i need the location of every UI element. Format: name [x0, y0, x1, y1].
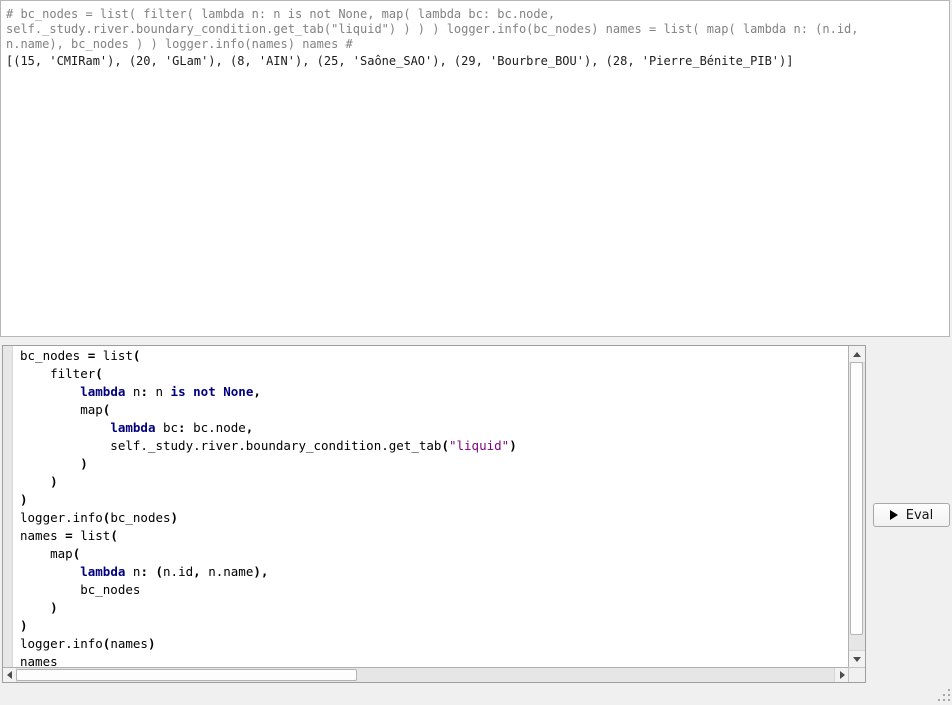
- history-pane[interactable]: # bc_nodes = list( filter( lambda n: n i…: [0, 0, 950, 337]
- history-echo-line: self._study.river.boundary_condition.get…: [6, 22, 944, 37]
- code-line: names: [20, 653, 848, 667]
- code-line: lambda n: (n.id, n.name),: [20, 563, 848, 581]
- window-background: { "history": { "lines": [ { "kind": "ech…: [0, 0, 952, 705]
- code-line: bc_nodes: [20, 581, 848, 599]
- scroll-left-icon: [7, 671, 12, 679]
- scroll-up-icon: [853, 352, 861, 357]
- vertical-scrollbar-thumb[interactable]: [850, 362, 863, 635]
- eval-button[interactable]: Eval: [873, 503, 950, 527]
- horizontal-scrollbar-thumb[interactable]: [16, 669, 357, 681]
- scroll-right-icon: [840, 671, 845, 679]
- code-line: bc_nodes = list(: [20, 347, 848, 365]
- code-line: filter(: [20, 365, 848, 383]
- scrollbar-corner: [848, 667, 865, 682]
- code-line: logger.info(bc_nodes): [20, 509, 848, 527]
- scroll-down-button[interactable]: [849, 650, 865, 667]
- history-echo-line: # bc_nodes = list( filter( lambda n: n i…: [6, 7, 944, 22]
- code-content[interactable]: bc_nodes = list( filter( lambda n: n is …: [13, 346, 848, 667]
- play-icon: [890, 510, 898, 520]
- editor-gutter: [3, 346, 13, 667]
- code-line: map(: [20, 545, 848, 563]
- history-result-line: [(15, 'CMIRam'), (20, 'GLam'), (8, 'AIN'…: [6, 54, 944, 69]
- code-line: ): [20, 599, 848, 617]
- code-line: lambda n: n is not None,: [20, 383, 848, 401]
- code-line: map(: [20, 401, 848, 419]
- code-line: logger.info(names): [20, 635, 848, 653]
- code-line: lambda bc: bc.node,: [20, 419, 848, 437]
- eval-button-label: Eval: [906, 508, 934, 523]
- code-line: ): [20, 617, 848, 635]
- code-line: ): [20, 491, 848, 509]
- resize-grip-icon[interactable]: [937, 689, 951, 703]
- vertical-scrollbar: [848, 346, 865, 667]
- code-line: ): [20, 473, 848, 491]
- scroll-up-button[interactable]: [849, 346, 865, 363]
- horizontal-scrollbar: [3, 667, 848, 682]
- history-echo-line: n.name), bc_nodes ) ) logger.info(names)…: [6, 37, 944, 52]
- code-editor: bc_nodes = list( filter( lambda n: n is …: [2, 345, 866, 683]
- code-text-area[interactable]: bc_nodes = list( filter( lambda n: n is …: [3, 346, 848, 667]
- scroll-right-button[interactable]: [834, 668, 849, 682]
- code-line: self._study.river.boundary_condition.get…: [20, 437, 848, 455]
- scroll-left-button[interactable]: [3, 668, 17, 682]
- scroll-down-icon: [853, 657, 861, 662]
- code-line: names = list(: [20, 527, 848, 545]
- code-line: ): [20, 455, 848, 473]
